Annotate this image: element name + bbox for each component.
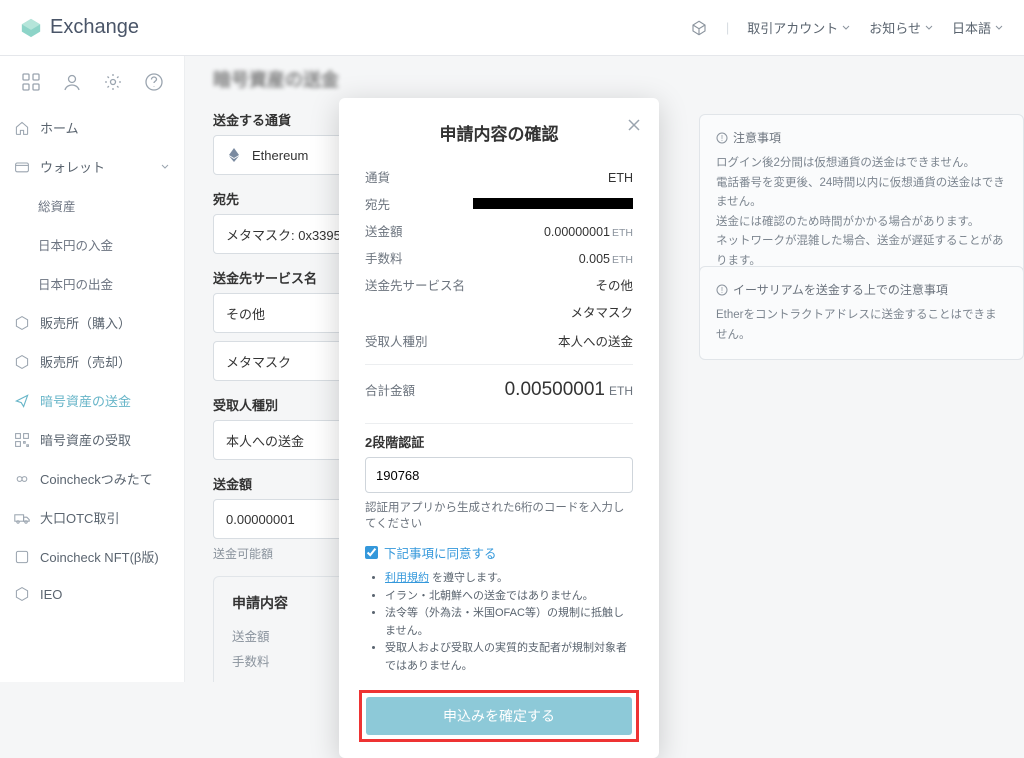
tfa-label: 2段階認証 (365, 432, 633, 451)
modal-divider (365, 364, 633, 365)
terms-link[interactable]: 利用規約 (385, 572, 429, 584)
close-icon[interactable] (625, 116, 643, 139)
redacted-address (473, 198, 633, 209)
modal-row-fee: 手数料0.005ETH (365, 244, 633, 271)
terms-item-3: 受取人および受取人の実質的支配者が規制対象者ではありません。 (385, 640, 633, 675)
modal-total: 合計金額 0.00500001ETH (365, 373, 633, 413)
modal-divider-2 (365, 423, 633, 424)
modal-row-amount: 送金額0.00000001ETH (365, 217, 633, 244)
terms-item-2: 法令等（外為法・米国OFAC等）の規制に抵触しません。 (385, 605, 633, 640)
modal-row-service: 送金先サービス名その他 (365, 271, 633, 298)
agree-checkbox-row[interactable]: 下記事項に同意する (365, 543, 633, 562)
submit-highlight: 申込みを確定する (359, 690, 639, 742)
terms-item-1: イラン・北朝鮮への送金ではありません。 (385, 588, 633, 606)
terms-list: 利用規約 を遵守します。 イラン・北朝鮮への送金ではありません。 法令等（外為法… (371, 570, 633, 676)
confirm-submit-button[interactable]: 申込みを確定する (366, 697, 632, 735)
terms-item-0: 利用規約 を遵守します。 (385, 570, 633, 588)
modal-row-addr: 宛先 (365, 190, 633, 217)
agree-link[interactable]: 下記事項に同意する (384, 543, 497, 562)
tfa-input[interactable] (365, 457, 633, 493)
modal-row-recipient: 受取人種別本人への送金 (365, 321, 633, 354)
modal-row-service2: メタマスク (365, 298, 633, 321)
modal-row-currency: 通貨ETH (365, 163, 633, 190)
tfa-help: 認証用アプリから生成された6桁のコードを入力してください (365, 499, 633, 531)
agree-checkbox[interactable] (365, 546, 378, 559)
confirm-modal: 申請内容の確認 通貨ETH 宛先 送金額0.00000001ETH 手数料0.0… (339, 98, 659, 758)
modal-title: 申請内容の確認 (365, 120, 633, 145)
